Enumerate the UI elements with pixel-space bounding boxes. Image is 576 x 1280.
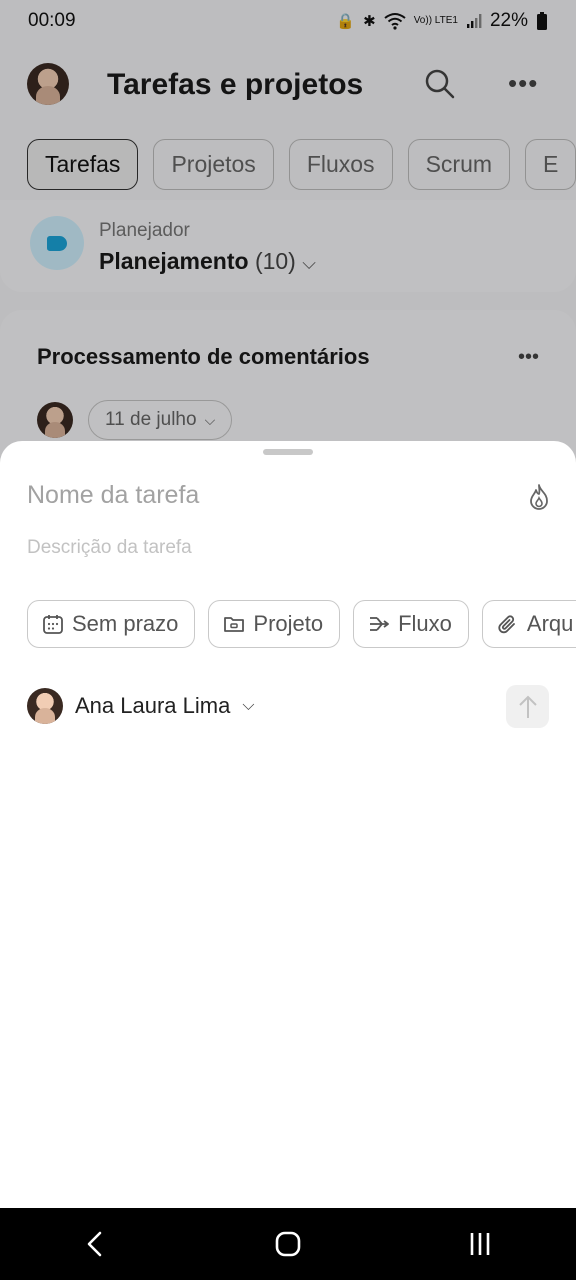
- recent-apps-icon[interactable]: [464, 1228, 496, 1260]
- new-task-sheet: Sem prazo Projeto Fluxo Arqu Ana Laura L…: [0, 441, 576, 1208]
- deadline-chip[interactable]: Sem prazo: [27, 600, 196, 648]
- back-icon[interactable]: [80, 1228, 112, 1260]
- assignee-avatar: [27, 688, 63, 724]
- flow-chip-label: Fluxo: [398, 611, 452, 636]
- deadline-chip-label: Sem prazo: [72, 611, 179, 636]
- task-description-input[interactable]: [27, 537, 527, 559]
- project-chip[interactable]: Projeto: [208, 600, 341, 648]
- calendar-icon: [43, 615, 63, 634]
- flow-chip[interactable]: Fluxo: [353, 600, 469, 648]
- project-chip-label: Projeto: [253, 611, 324, 636]
- attachment-chip-label: Arqu: [526, 611, 574, 636]
- attachment-chip[interactable]: Arqu: [481, 600, 576, 648]
- flow-icon: [370, 617, 390, 631]
- arrow-up-icon: [518, 695, 537, 718]
- home-icon[interactable]: [272, 1228, 304, 1260]
- paperclip-icon: [498, 615, 515, 634]
- task-options-chips: Sem prazo Projeto Fluxo Arqu: [27, 600, 576, 648]
- chevron-down-icon: ⌵: [242, 697, 255, 714]
- send-button[interactable]: [506, 685, 549, 728]
- priority-flame-icon[interactable]: [527, 483, 551, 511]
- folder-icon: [224, 617, 245, 632]
- assignee-name: Ana Laura Lima: [75, 693, 231, 718]
- task-name-input[interactable]: [27, 481, 507, 510]
- system-nav-bar: [0, 1208, 576, 1280]
- assignee-selector[interactable]: Ana Laura Lima ⌵: [27, 688, 254, 724]
- sheet-drag-handle[interactable]: [263, 449, 313, 455]
